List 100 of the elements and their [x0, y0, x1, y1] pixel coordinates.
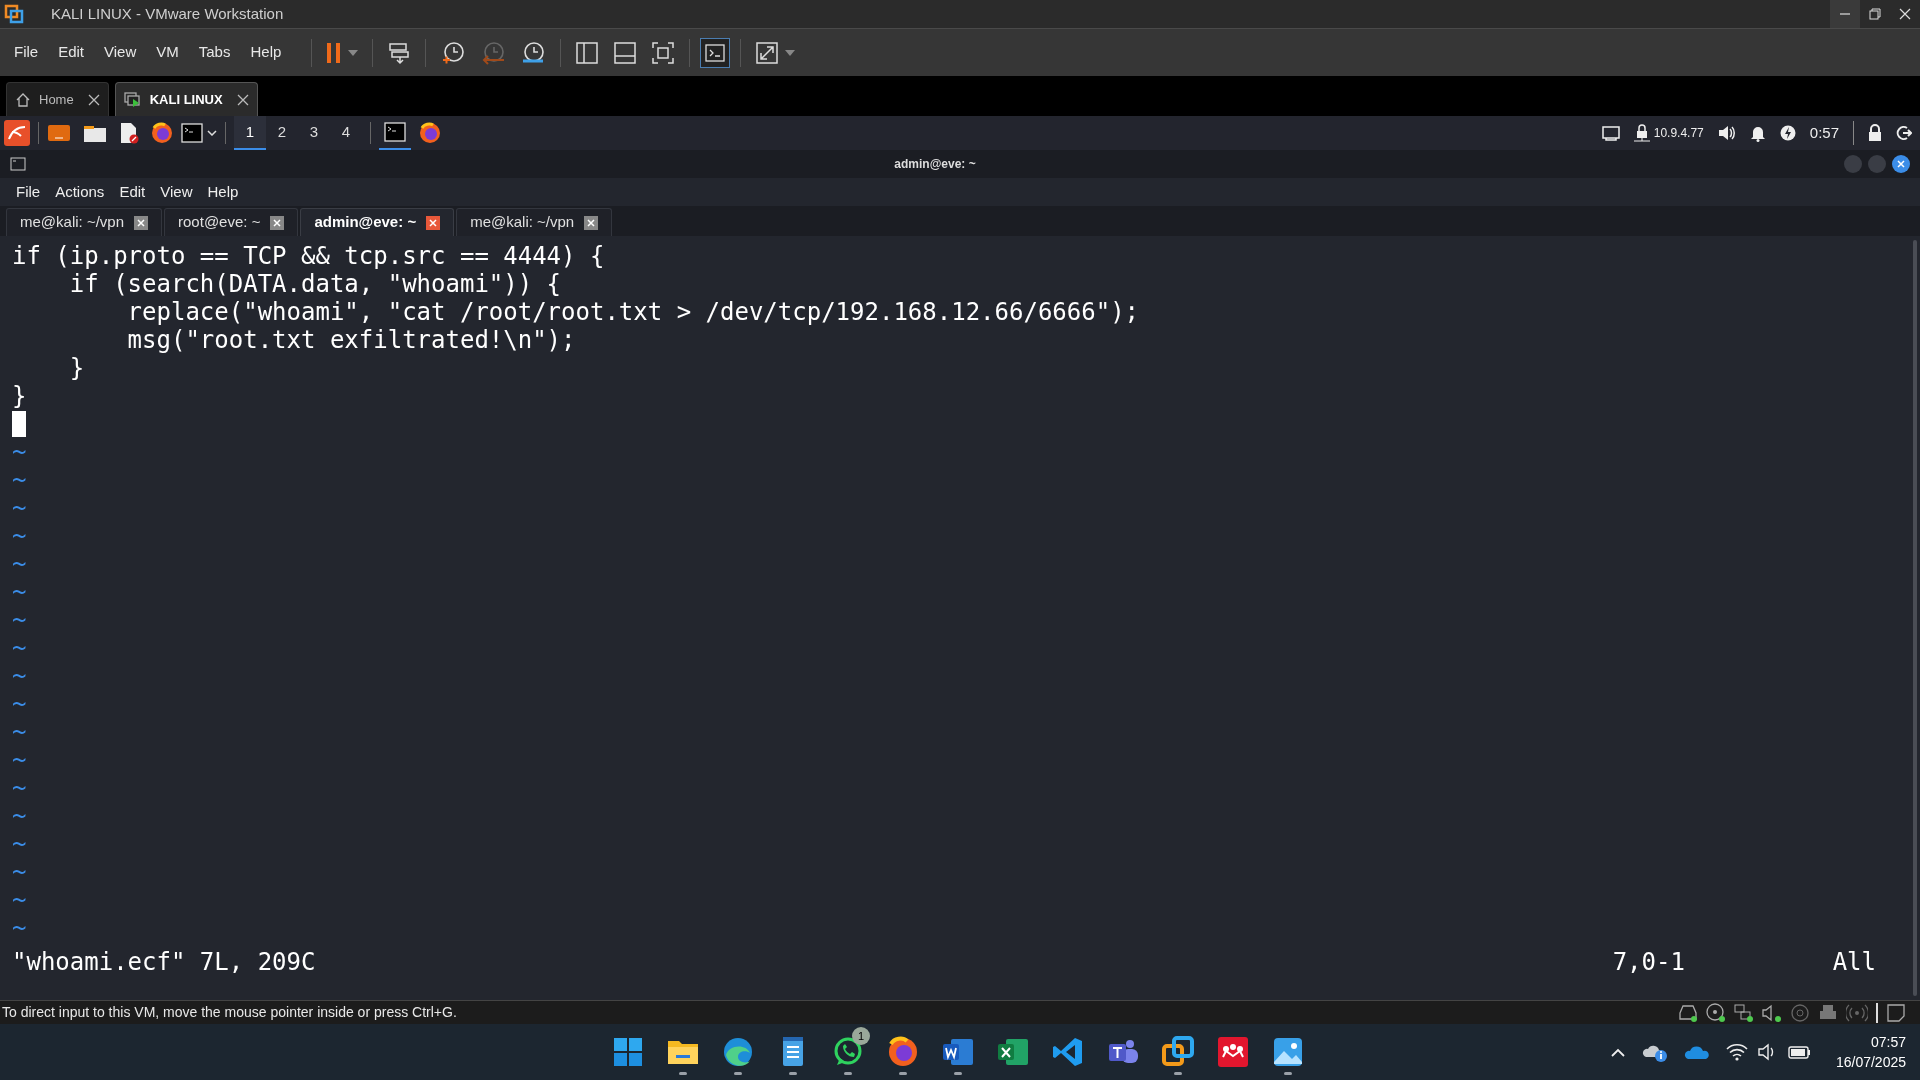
close-icon	[1897, 160, 1905, 168]
app-window-icon[interactable]	[47, 123, 71, 143]
code-line: if (ip.proto == TCP && tcp.src == 4444) {	[12, 242, 605, 270]
minimize-button[interactable]	[1830, 0, 1860, 28]
network-lock-icon[interactable]	[1633, 124, 1650, 142]
empty-line-marker: ~	[12, 830, 27, 858]
speaker-icon[interactable]	[1762, 1002, 1782, 1023]
chevron-up-icon[interactable]	[1609, 1047, 1626, 1057]
close-icon	[587, 218, 596, 227]
lock-icon[interactable]	[1868, 124, 1882, 142]
empty-line-marker: ~	[12, 550, 27, 578]
network-adapter-icon[interactable]	[1734, 1002, 1754, 1023]
app-logo-icon	[4, 4, 24, 24]
close-button[interactable]	[1892, 155, 1910, 173]
home-icon	[15, 91, 31, 108]
scrollbar[interactable]	[1913, 240, 1917, 996]
terminal-tab[interactable]: me@kali: ~/vpn	[456, 208, 613, 236]
tab-close-button[interactable]	[270, 215, 285, 230]
empty-line-marker: ~	[12, 466, 27, 494]
taskbar-app-button[interactable]: 1	[828, 1027, 868, 1077]
terminal-prompt-icon	[705, 43, 726, 62]
menu-item[interactable]: File	[16, 180, 41, 204]
terminal-tab[interactable]: root@eve: ~	[164, 208, 299, 236]
text-cursor	[12, 411, 26, 437]
menu-item[interactable]: Edit	[119, 180, 146, 204]
note-icon[interactable]	[1886, 1002, 1906, 1023]
console-view-button[interactable]	[700, 37, 731, 68]
terminal-tab[interactable]: admin@eve: ~	[300, 208, 455, 236]
menu-item[interactable]: View	[160, 180, 193, 204]
menu-item[interactable]: Help	[250, 41, 282, 64]
empty-line-marker: ~	[12, 858, 27, 886]
empty-line-marker: ~	[12, 802, 27, 830]
close-icon[interactable]	[236, 93, 249, 106]
menu-item[interactable]: File	[14, 41, 39, 64]
empty-line-marker: ~	[12, 634, 27, 662]
vm-running-icon	[123, 91, 142, 108]
power-bolt-icon[interactable]	[1779, 125, 1796, 141]
menu-item[interactable]: VM	[156, 41, 179, 64]
chevron-down-icon[interactable]	[207, 130, 217, 136]
cursor-position: 7,0-1	[1612, 948, 1686, 976]
fit-frame-icon	[651, 40, 676, 65]
clock-plus-icon	[440, 39, 467, 66]
workspace-tab[interactable]: 4	[330, 116, 362, 150]
code-line: }	[12, 382, 27, 410]
wifi-icon[interactable]	[1725, 1043, 1748, 1061]
terminal-tab[interactable]: me@kali: ~/vpn	[6, 208, 163, 236]
logout-icon[interactable]	[1896, 125, 1912, 141]
caret-icon	[785, 49, 796, 56]
browser-icon	[886, 1035, 920, 1069]
folder-icon[interactable]	[83, 123, 107, 143]
close-icon	[137, 218, 146, 227]
wave-circle-icon	[721, 1035, 755, 1069]
clock-arrow-icon	[480, 39, 507, 66]
document-icon[interactable]	[119, 122, 139, 144]
close-icon	[1899, 8, 1911, 20]
ip-address: 10.9.4.77	[1653, 125, 1704, 142]
empty-line-marker: ~	[12, 522, 27, 550]
tab-close-button[interactable]	[426, 215, 441, 230]
notification-badge: 1	[852, 1027, 870, 1045]
bell-icon[interactable]	[1749, 124, 1766, 142]
scroll-position: All	[1832, 948, 1876, 976]
terminal-icon[interactable]	[181, 123, 203, 143]
panel-clock: 0:57	[1809, 122, 1839, 143]
empty-line-marker: ~	[12, 718, 27, 746]
terminal-window-icon	[10, 157, 26, 171]
browser-icon[interactable]	[151, 122, 173, 144]
file-info: "whoami.ecf" 7L, 209C	[12, 948, 316, 976]
close-icon	[273, 218, 282, 227]
restore-icon	[1869, 8, 1881, 20]
close-icon	[429, 218, 438, 227]
menu-item[interactable]: Help	[207, 180, 239, 204]
workspace-tab[interactable]: 1	[234, 116, 266, 150]
bottom-panel-layout-icon	[613, 40, 638, 65]
menu-item[interactable]: Actions	[55, 180, 105, 204]
wireless-icon[interactable]	[1846, 1002, 1868, 1023]
vm-tab[interactable]: KALI LINUX	[114, 82, 258, 116]
tab-close-button[interactable]	[134, 215, 149, 230]
sidebar-layout-icon	[575, 40, 600, 65]
empty-line-marker: ~	[12, 914, 27, 942]
menu-item[interactable]: Tabs	[198, 41, 231, 64]
overlapping-squares-icon	[1161, 1035, 1195, 1069]
caret-icon	[348, 49, 359, 56]
expand-arrows-icon	[755, 40, 780, 65]
code-line: msg("root.txt exfiltrated!\n");	[126, 326, 576, 354]
volume-icon[interactable]	[1717, 124, 1736, 142]
code-line: }	[68, 354, 85, 382]
vm-tab[interactable]: Home	[6, 82, 109, 116]
browser-icon[interactable]	[419, 122, 441, 144]
taskbar-clock[interactable]: 07:57 16/07/2025	[1835, 1032, 1906, 1072]
terminal-icon	[384, 122, 406, 142]
empty-line-marker: ~	[12, 746, 27, 774]
display-icon[interactable]	[1601, 125, 1620, 141]
tab-close-button[interactable]	[584, 215, 599, 230]
cd-icon[interactable]	[1706, 1002, 1726, 1023]
workspace-tab[interactable]: 3	[298, 116, 330, 150]
close-icon[interactable]	[87, 93, 100, 106]
menu-item[interactable]: Edit	[58, 41, 85, 64]
workspace-tab[interactable]: 2	[266, 116, 298, 150]
menu-item[interactable]: View	[104, 41, 137, 64]
disc-icon[interactable]	[1790, 1002, 1810, 1023]
